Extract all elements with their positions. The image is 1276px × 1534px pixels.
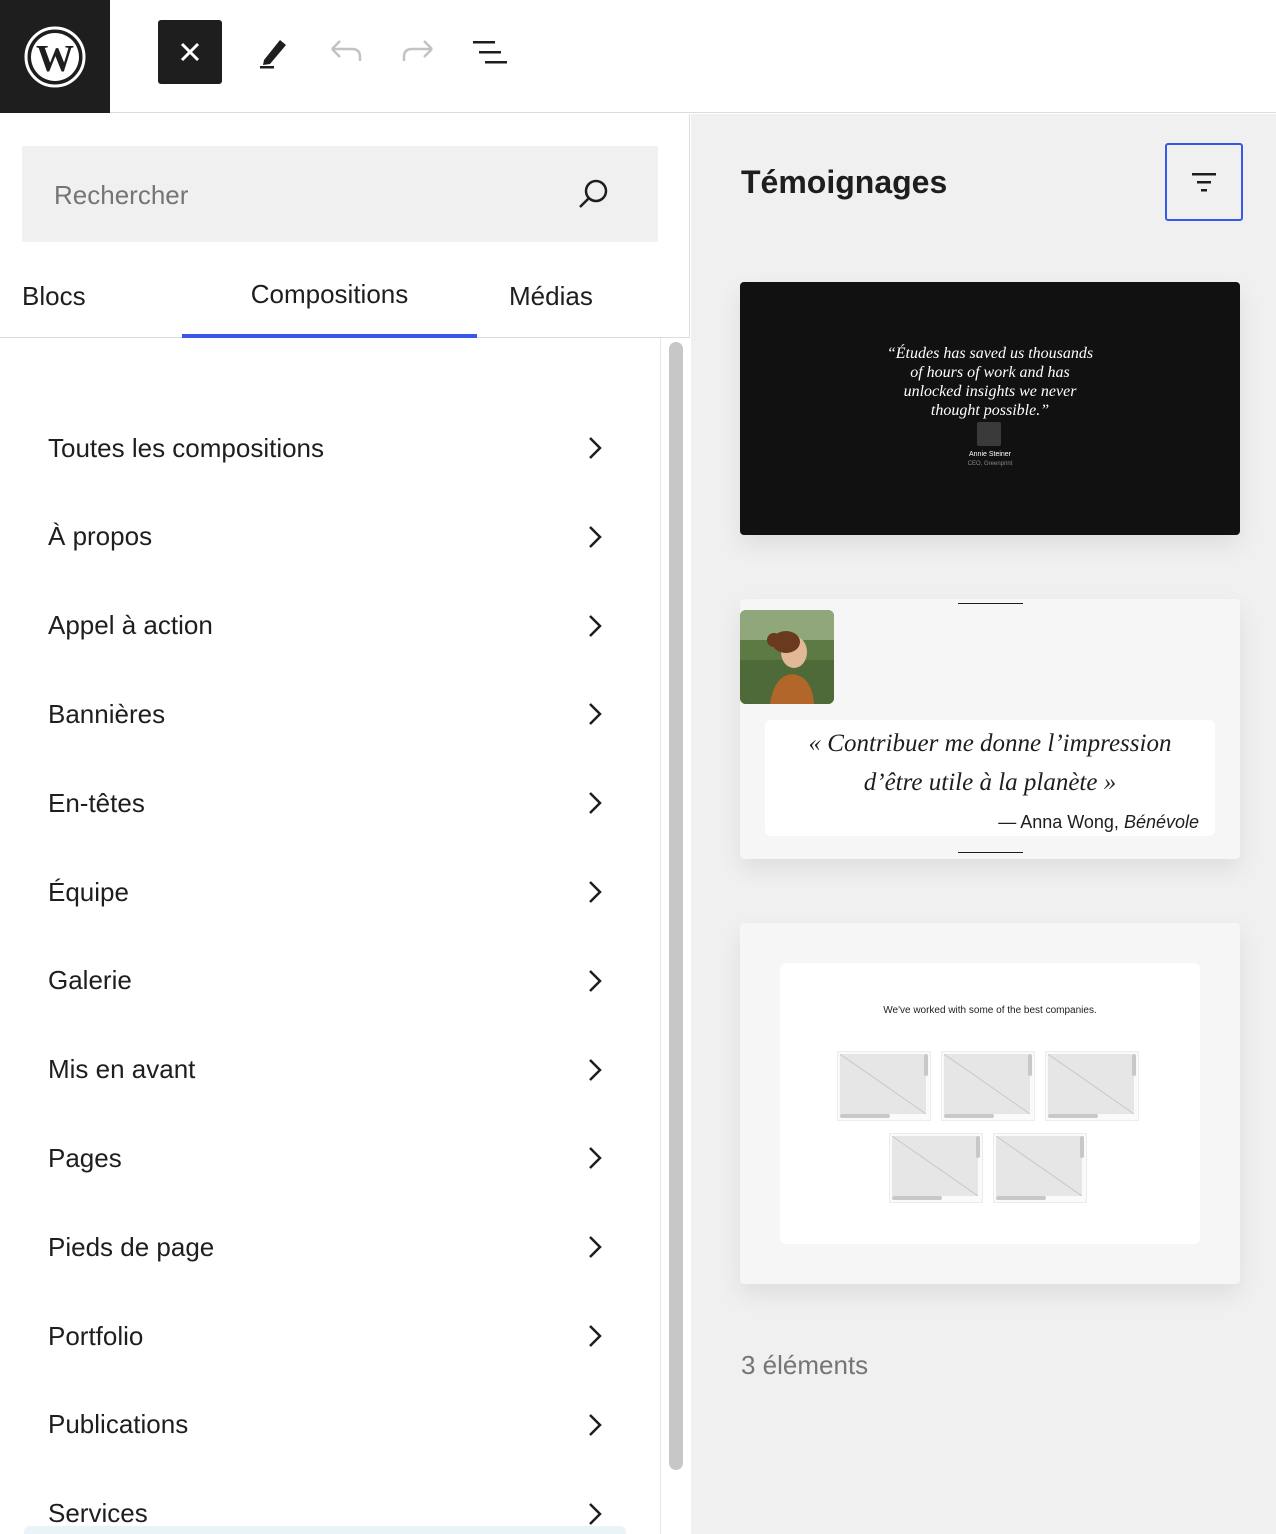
category-label: Bannières [48, 698, 166, 729]
logo-placeholder [993, 1133, 1087, 1203]
list-view-icon [473, 41, 507, 64]
redo-button[interactable] [386, 20, 450, 84]
chevron-right-icon [589, 1502, 602, 1525]
undo-icon [331, 40, 362, 61]
logo-placeholder [889, 1133, 983, 1203]
close-inserter-button[interactable] [158, 20, 222, 84]
separator [958, 603, 1023, 604]
pattern-author-role: CEO, Greenprint [967, 461, 1013, 467]
chevron-right-icon [589, 437, 602, 459]
logo-placeholder [837, 1051, 931, 1121]
category-item[interactable]: Bannières [48, 684, 608, 744]
editor-toolbar: W [0, 0, 1276, 113]
search-input[interactable]: Rechercher [22, 146, 658, 242]
chevron-right-icon [589, 1147, 602, 1170]
next-item-highlight [24, 1526, 626, 1534]
pattern-author: Annie Steiner [968, 451, 1012, 458]
pencil-icon [260, 40, 286, 69]
testimonial-photo [740, 610, 834, 704]
search-placeholder: Rechercher [54, 180, 189, 210]
pattern-heading: We've worked with some of the best compa… [883, 1005, 1097, 1016]
pattern-quote: « Contribuer me donne l’impression d’êtr… [808, 730, 1172, 796]
pattern-citation: — Anna Wong, Bénévole [998, 812, 1199, 833]
category-label: Pages [48, 1142, 122, 1173]
category-item[interactable]: Pages [48, 1128, 608, 1188]
chevron-right-icon [589, 881, 602, 903]
chevron-right-icon [589, 792, 602, 815]
separator [958, 852, 1023, 853]
category-label: Publications [48, 1409, 189, 1440]
category-item[interactable]: Pieds de page [48, 1217, 608, 1277]
pattern-quote: “Études has saved us thousands of hours … [886, 345, 1094, 419]
category-item[interactable]: Portfolio [48, 1306, 608, 1366]
category-title: Témoignages [741, 164, 948, 200]
inserter-tabs: Blocs Compositions Médias [0, 254, 690, 338]
tab-blocs[interactable]: Blocs [22, 254, 86, 338]
chevron-right-icon [589, 614, 602, 637]
category-item[interactable]: Équipe [48, 862, 608, 922]
inserter-panel: Rechercher Blocs Compositions Médias Tou… [0, 114, 690, 1534]
category-label: À propos [48, 521, 153, 552]
chevron-right-icon [589, 703, 602, 726]
pattern-card-2[interactable]: « Contribuer me donne l’impression d’êtr… [740, 599, 1240, 859]
scrollbar[interactable] [660, 338, 690, 1534]
category-item[interactable]: Publications [48, 1395, 608, 1455]
result-count: 3 éléments [741, 1350, 869, 1380]
pattern-preview-panel: Témoignages “Études has saved us thousan… [691, 114, 1276, 1534]
tools-button[interactable] [242, 20, 306, 84]
citation-name: — Anna Wong, [998, 812, 1124, 832]
category-item[interactable]: Appel à action [48, 596, 608, 656]
wordpress-logo-button[interactable]: W [0, 0, 110, 113]
pattern-category-list: Toutes les compositions À propos Appel à a… [0, 339, 660, 1534]
logo-placeholder [1045, 1051, 1139, 1121]
category-label: En-têtes [48, 787, 145, 818]
scrollbar-thumb[interactable] [669, 342, 683, 1470]
svg-text:W: W [36, 38, 74, 80]
chevron-right-icon [589, 969, 602, 992]
tab-compositions[interactable]: Compositions [182, 254, 477, 338]
search-icon [579, 179, 608, 208]
category-item[interactable]: À propos [48, 507, 608, 567]
chevron-right-icon [589, 1413, 602, 1436]
logo-placeholder [941, 1051, 1035, 1121]
citation-role: Bénévole [1123, 812, 1199, 832]
category-label: Toutes les compositions [48, 432, 325, 463]
undo-button[interactable] [314, 20, 378, 84]
wordpress-logo-icon: W [24, 26, 86, 87]
pattern-content: We've worked with some of the best compa… [780, 963, 1200, 1244]
category-item[interactable]: Galerie [48, 951, 608, 1011]
category-item[interactable]: Mis en avant [48, 1040, 608, 1100]
category-label: Mis en avant [48, 1054, 196, 1085]
category-label: Appel à action [48, 610, 213, 641]
chevron-right-icon [589, 1325, 602, 1347]
pattern-card-1[interactable]: “Études has saved us thousands of hours … [740, 282, 1240, 535]
pattern-card-3[interactable]: We've worked with some of the best compa… [740, 923, 1240, 1284]
category-label: Galerie [48, 965, 132, 996]
filter-button[interactable] [1165, 143, 1243, 221]
category-item[interactable]: Toutes les compositions [48, 418, 608, 478]
chevron-right-icon [589, 1058, 602, 1081]
list-view-button[interactable] [458, 20, 522, 84]
filter-icon [1192, 173, 1216, 192]
category-item[interactable]: En-têtes [48, 773, 608, 833]
category-label: Services [48, 1498, 148, 1529]
category-label: Portfolio [48, 1320, 144, 1351]
chevron-right-icon [589, 525, 602, 548]
category-label: Équipe [48, 876, 129, 907]
redo-icon [402, 40, 433, 61]
tab-medias[interactable]: Médias [509, 254, 593, 338]
category-label: Pieds de page [48, 1231, 215, 1262]
close-icon [180, 42, 200, 62]
avatar [977, 422, 1001, 446]
quote-box: « Contribuer me donne l’impression d’êtr… [765, 720, 1215, 836]
chevron-right-icon [589, 1236, 602, 1259]
